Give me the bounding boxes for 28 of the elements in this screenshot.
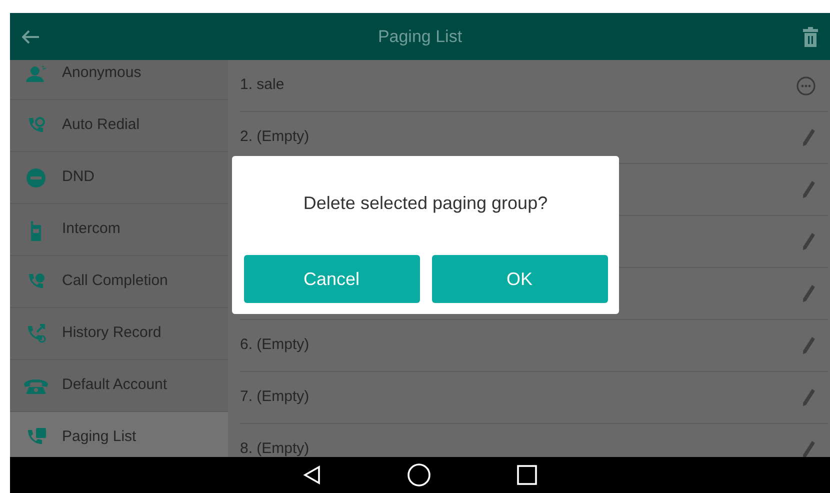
pencil-icon[interactable]	[800, 388, 816, 408]
trash-icon[interactable]	[803, 26, 818, 46]
pencil-icon[interactable]	[800, 336, 816, 356]
list-item-label[interactable]: 1. sale	[240, 74, 284, 97]
list-item-label[interactable]: 6. (Empty)	[240, 334, 310, 357]
square-icon[interactable]	[517, 465, 537, 485]
desk-phone-icon	[24, 378, 48, 394]
phone-arrows-icon	[25, 324, 47, 344]
pencil-icon[interactable]	[800, 128, 816, 148]
list-item-label[interactable]: 7. (Empty)	[240, 386, 310, 409]
pencil-icon[interactable]	[800, 232, 816, 252]
back-triangle-icon[interactable]	[303, 465, 321, 485]
home-circle-icon[interactable]	[407, 463, 431, 487]
pencil-icon[interactable]	[800, 180, 816, 200]
header-title: Paging List	[376, 26, 464, 48]
dialog-message: Delete selected paging group?	[303, 192, 548, 215]
list-item-label[interactable]: 2. (Empty)	[240, 126, 310, 149]
pencil-icon[interactable]	[800, 440, 816, 457]
pencil-icon[interactable]	[800, 284, 816, 304]
more-icon[interactable]	[796, 76, 816, 96]
ok-button[interactable]: OK	[432, 255, 608, 303]
person-icon	[25, 66, 47, 82]
handset-icon	[30, 218, 42, 240]
cancel-button[interactable]: Cancel	[244, 255, 420, 303]
minus-circle-icon	[26, 168, 46, 188]
back-arrow-icon[interactable]	[22, 30, 40, 44]
sidebar-item[interactable]: Paging List	[10, 412, 228, 457]
list-item-label[interactable]: 8. (Empty)	[240, 438, 310, 457]
